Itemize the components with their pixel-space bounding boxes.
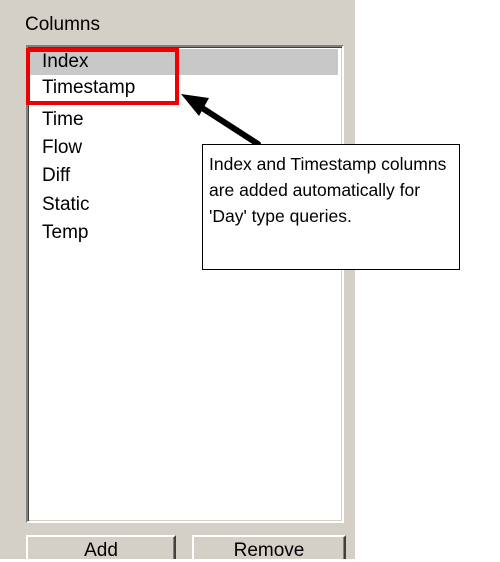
add-button[interactable]: Add <box>26 535 176 561</box>
annotation-callout: Index and Timestamp columns are added au… <box>202 144 460 270</box>
highlight-box <box>26 48 179 105</box>
list-item-time[interactable]: Time <box>42 107 84 133</box>
list-item-static[interactable]: Static <box>42 192 90 218</box>
remove-button[interactable]: Remove <box>192 535 346 561</box>
list-item-flow[interactable]: Flow <box>42 135 82 161</box>
columns-listbox[interactable]: Index Timestamp Time Flow Diff Static Te… <box>26 45 344 523</box>
list-item-diff[interactable]: Diff <box>42 163 70 189</box>
list-item-temp[interactable]: Temp <box>42 220 88 246</box>
columns-group-label: Columns <box>25 14 100 35</box>
